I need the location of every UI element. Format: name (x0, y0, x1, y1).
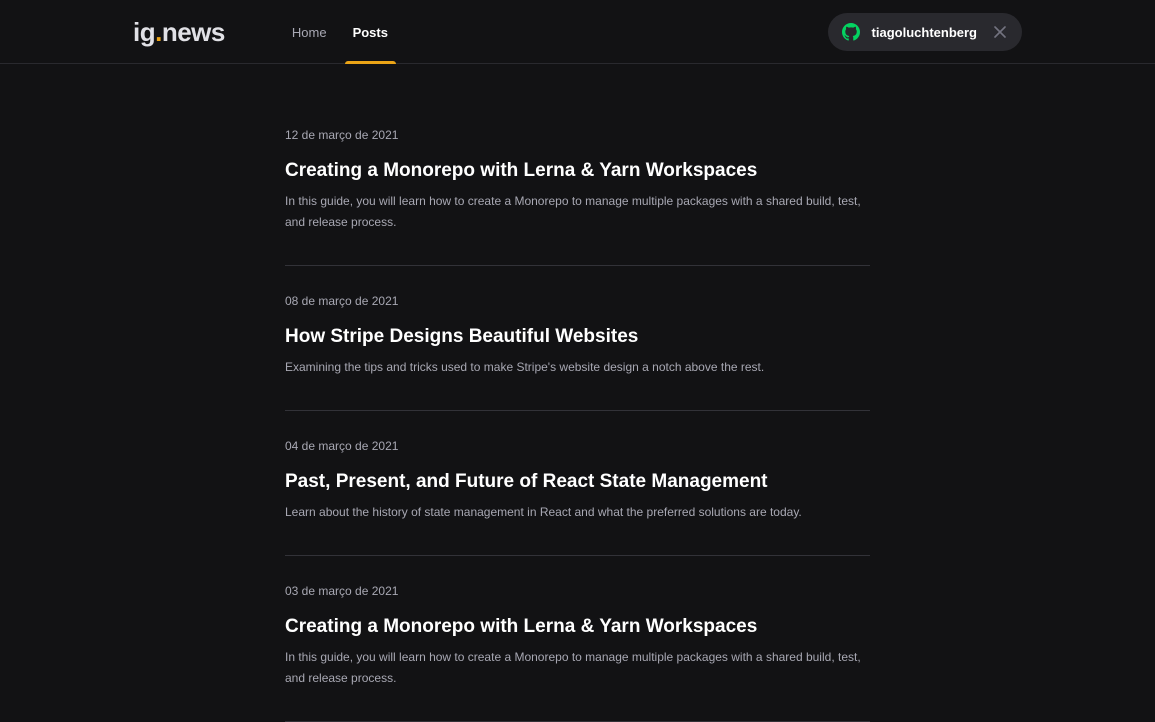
main-nav: Home Posts (290, 0, 412, 64)
post-excerpt: Learn about the history of state managem… (285, 505, 802, 519)
logo-dot: . (155, 16, 162, 47)
site-logo[interactable]: ig.news (133, 17, 225, 48)
site-header: ig.news Home Posts tiagoluchtenberg (0, 0, 1155, 64)
post-item[interactable]: 03 de março de 2021 Creating a Monorepo … (285, 556, 870, 722)
post-item[interactable]: 04 de março de 2021 Past, Present, and F… (285, 411, 870, 556)
post-excerpt: In this guide, you will learn how to cre… (285, 650, 861, 685)
post-excerpt: In this guide, you will learn how to cre… (285, 194, 861, 229)
post-title[interactable]: Creating a Monorepo with Lerna & Yarn Wo… (285, 615, 870, 639)
post-date: 03 de março de 2021 (285, 584, 399, 598)
logo-text-main: ig (133, 16, 156, 47)
posts-list: 12 de março de 2021 Creating a Monorepo … (285, 64, 870, 722)
post-date: 04 de março de 2021 (285, 439, 399, 453)
nav-link-posts[interactable]: Posts (344, 0, 397, 64)
header-content: ig.news Home Posts tiagoluchtenberg (133, 0, 1022, 64)
post-item[interactable]: 12 de março de 2021 Creating a Monorepo … (285, 64, 870, 266)
post-date: 08 de março de 2021 (285, 294, 399, 308)
nav-link-home[interactable]: Home (290, 0, 329, 64)
logo-text-tail: news (161, 16, 226, 47)
post-title[interactable]: How Stripe Designs Beautiful Websites (285, 325, 870, 349)
github-icon (841, 23, 860, 41)
post-excerpt: Examining the tips and tricks used to ma… (285, 360, 765, 374)
post-date: 12 de março de 2021 (285, 128, 399, 142)
post-item[interactable]: 08 de março de 2021 How Stripe Designs B… (285, 266, 870, 411)
post-title[interactable]: Creating a Monorepo with Lerna & Yarn Wo… (285, 159, 870, 183)
signed-in-user-button[interactable]: tiagoluchtenberg (827, 13, 1022, 51)
close-icon[interactable] (994, 26, 1006, 38)
username-label: tiagoluchtenberg (871, 24, 977, 40)
post-title[interactable]: Past, Present, and Future of React State… (285, 470, 870, 494)
